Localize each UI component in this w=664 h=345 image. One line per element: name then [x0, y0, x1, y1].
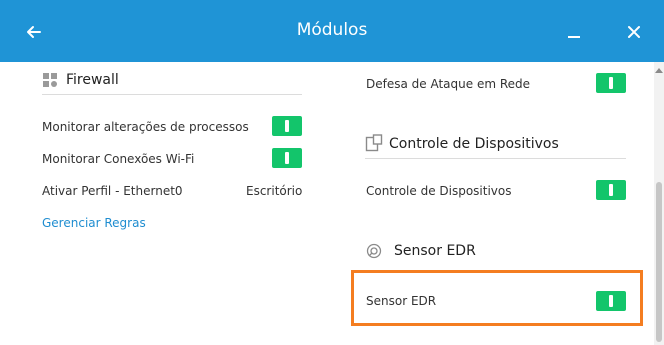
- device-control-label: Controle de Dispositivos: [366, 184, 512, 198]
- firewall-icon: [42, 72, 58, 88]
- network-attack-defense-toggle[interactable]: [596, 73, 626, 93]
- monitor-wifi-connections-label: Monitorar Conexões Wi-Fi: [42, 152, 195, 166]
- firewall-section-title: Firewall: [66, 72, 119, 88]
- device-control-icon: [365, 134, 383, 152]
- vertical-scrollbar[interactable]: [654, 62, 664, 345]
- device-control-section-title: Controle de Dispositivos: [389, 136, 559, 152]
- profile-ethernet0-value[interactable]: Escritório: [246, 184, 302, 198]
- profile-ethernet0-label: Ativar Perfil - Ethernet0: [42, 184, 183, 198]
- device-control-toggle[interactable]: [596, 180, 626, 200]
- manage-rules-link[interactable]: Gerenciar Regras: [42, 216, 146, 230]
- device-control-section-divider: [365, 158, 626, 159]
- monitor-process-changes-toggle[interactable]: [272, 116, 302, 136]
- network-attack-defense-label: Defesa de Ataque em Rede: [366, 77, 531, 91]
- edr-sensor-icon: [366, 243, 382, 259]
- edr-highlight-frame: [351, 270, 643, 326]
- firewall-section-divider: [42, 94, 302, 95]
- scroll-up-arrow-icon[interactable]: [655, 68, 663, 73]
- monitor-process-changes-label: Monitorar alterações de processos: [42, 120, 249, 134]
- close-icon[interactable]: [620, 18, 648, 46]
- scroll-thumb[interactable]: [656, 182, 662, 342]
- minimize-icon[interactable]: [560, 18, 588, 46]
- monitor-wifi-connections-toggle[interactable]: [272, 148, 302, 168]
- edr-section-title: Sensor EDR: [394, 243, 476, 259]
- title-bar: Módulos: [0, 0, 664, 62]
